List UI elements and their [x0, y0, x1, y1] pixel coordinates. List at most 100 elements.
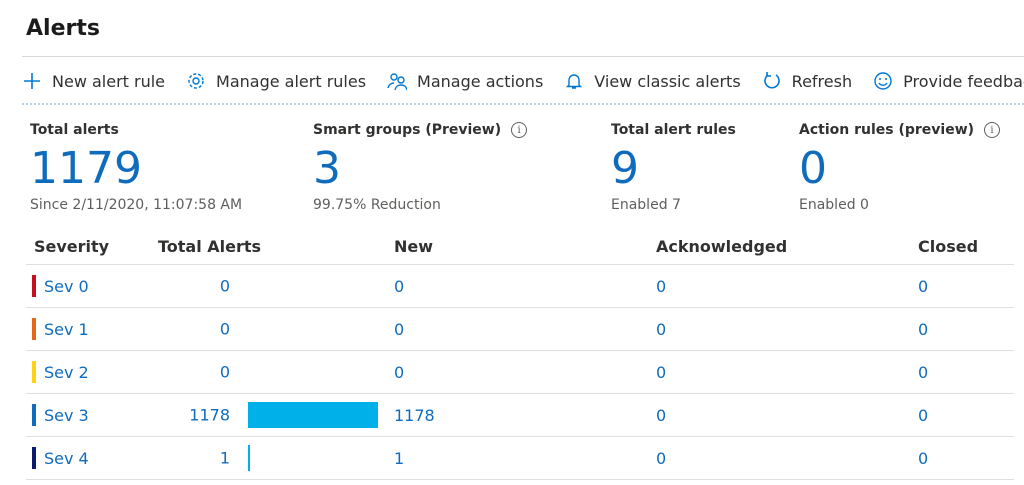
closed-count[interactable]: 0	[918, 277, 928, 296]
acknowledged-count[interactable]: 0	[656, 449, 666, 468]
severity-color-bar	[32, 275, 36, 297]
total-alerts-bar-cell	[248, 350, 394, 394]
header-divider	[22, 56, 1024, 57]
refresh-label: Refresh	[791, 71, 853, 91]
total-alerts-header: Total Alerts	[150, 228, 394, 265]
total-alerts-count[interactable]: 0	[220, 320, 230, 339]
total-alerts-bar-minimal	[248, 445, 250, 471]
bell-icon	[564, 71, 584, 91]
new-alert-rule-button[interactable]: New alert rule	[22, 71, 165, 91]
plus-icon	[22, 71, 42, 91]
total-alerts-tile[interactable]: Total alerts 1179 Since 2/11/2020, 11:07…	[30, 122, 242, 213]
closed-count[interactable]: 0	[918, 320, 928, 339]
severity-cell: Sev 2	[26, 350, 150, 394]
total-alerts-count[interactable]: 1	[220, 449, 230, 468]
severity-link[interactable]: Sev 2	[44, 363, 89, 382]
closed-count[interactable]: 0	[918, 406, 928, 425]
total-alerts-bar-cell	[248, 436, 394, 480]
closed-cell: 0	[918, 393, 1014, 437]
total-alert-rules-tile[interactable]: Total alert rules 9 Enabled 7	[611, 122, 736, 213]
acknowledged-cell: 0	[656, 264, 918, 308]
gear-icon	[186, 71, 206, 91]
total-alert-rules-enabled: Enabled 7	[611, 197, 681, 213]
closed-header: Closed	[918, 228, 1014, 265]
manage-actions-label: Manage actions	[417, 71, 544, 91]
people-icon	[387, 71, 408, 91]
manage-actions-button[interactable]: Manage actions	[387, 71, 543, 91]
new-count[interactable]: 0	[394, 320, 404, 339]
acknowledged-cell: 0	[656, 307, 918, 351]
total-alerts-cell: 1	[150, 436, 248, 480]
table-row: Sev 2 0 0 0 0	[26, 350, 1014, 394]
new-count[interactable]: 0	[394, 277, 404, 296]
view-classic-alerts-label: View classic alerts	[594, 71, 741, 91]
new-count[interactable]: 1	[394, 449, 404, 468]
total-alerts-count[interactable]: 0	[220, 363, 230, 382]
smart-groups-tile[interactable]: Smart groups (Preview) i 3 99.75% Reduct…	[313, 122, 528, 213]
smart-groups-reduction: 99.75% Reduction	[313, 197, 441, 213]
total-alerts-count[interactable]: 0	[220, 277, 230, 296]
severity-link[interactable]: Sev 0	[44, 277, 89, 296]
table-row: Sev 0 0 0 0 0	[26, 264, 1014, 308]
new-cell: 1178	[394, 393, 656, 437]
total-alerts-bar	[248, 402, 378, 428]
view-classic-alerts-button[interactable]: View classic alerts	[564, 71, 741, 91]
table-row: Sev 3 1178 1178 0 0	[26, 393, 1014, 437]
new-cell: 0	[394, 264, 656, 308]
provide-feedback-button[interactable]: Provide feedback	[873, 71, 1024, 91]
severity-link[interactable]: Sev 1	[44, 320, 89, 339]
acknowledged-cell: 0	[656, 350, 918, 394]
acknowledged-count[interactable]: 0	[656, 277, 666, 296]
total-alerts-value: 1179	[30, 143, 142, 194]
severity-color-bar	[32, 404, 36, 426]
severity-cell: Sev 0	[26, 264, 150, 308]
severity-table: Severity Total Alerts New Acknowledged C…	[26, 228, 1014, 480]
table-row: Sev 4 1 1 0 0	[26, 436, 1014, 480]
total-alerts-bar-cell	[248, 393, 394, 437]
action-rules-tile[interactable]: Action rules (preview) i 0 Enabled 0	[799, 122, 1001, 213]
page-title: Alerts	[26, 16, 100, 41]
total-alert-rules-value: 9	[611, 143, 639, 194]
severity-color-bar	[32, 447, 36, 469]
acknowledged-header: Acknowledged	[656, 228, 918, 265]
total-alerts-since: Since 2/11/2020, 11:07:58 AM	[30, 197, 243, 213]
closed-count[interactable]: 0	[918, 449, 928, 468]
new-count[interactable]: 0	[394, 363, 404, 382]
info-icon[interactable]: i	[511, 122, 528, 138]
severity-link[interactable]: Sev 4	[44, 449, 89, 468]
severity-cell: Sev 4	[26, 436, 150, 480]
refresh-icon	[762, 71, 782, 91]
total-alerts-count[interactable]: 1178	[189, 406, 230, 425]
total-alerts-cell: 0	[150, 350, 248, 394]
toolbar-divider	[22, 103, 1024, 105]
info-icon[interactable]: i	[984, 122, 1001, 138]
command-bar: New alert rule Manage alert rules Manage…	[22, 66, 1024, 96]
acknowledged-count[interactable]: 0	[656, 363, 666, 382]
acknowledged-count[interactable]: 0	[656, 320, 666, 339]
total-alerts-bar-cell	[248, 264, 394, 308]
acknowledged-count[interactable]: 0	[656, 406, 666, 425]
table-row: Sev 1 0 0 0 0	[26, 307, 1014, 351]
manage-alert-rules-button[interactable]: Manage alert rules	[186, 71, 366, 91]
new-cell: 1	[394, 436, 656, 480]
new-count[interactable]: 1178	[394, 406, 435, 425]
closed-count[interactable]: 0	[918, 363, 928, 382]
refresh-button[interactable]: Refresh	[762, 71, 852, 91]
total-alerts-label: Total alerts	[30, 122, 119, 138]
acknowledged-cell: 0	[656, 436, 918, 480]
severity-header: Severity	[26, 228, 150, 265]
new-header: New	[394, 228, 656, 265]
smart-groups-value: 3	[313, 143, 341, 194]
severity-color-bar	[32, 361, 36, 383]
action-rules-value: 0	[799, 143, 827, 194]
smart-groups-label: Smart groups (Preview)	[313, 122, 502, 138]
new-cell: 0	[394, 350, 656, 394]
smart-groups-header: Smart groups (Preview) i	[313, 122, 528, 138]
provide-feedback-label: Provide feedback	[903, 71, 1024, 91]
closed-cell: 0	[918, 350, 1014, 394]
action-rules-enabled: Enabled 0	[799, 197, 869, 213]
severity-link[interactable]: Sev 3	[44, 406, 89, 425]
total-alerts-cell: 0	[150, 307, 248, 351]
table-header-row: Severity Total Alerts New Acknowledged C…	[26, 228, 1014, 265]
manage-alert-rules-label: Manage alert rules	[216, 71, 367, 91]
